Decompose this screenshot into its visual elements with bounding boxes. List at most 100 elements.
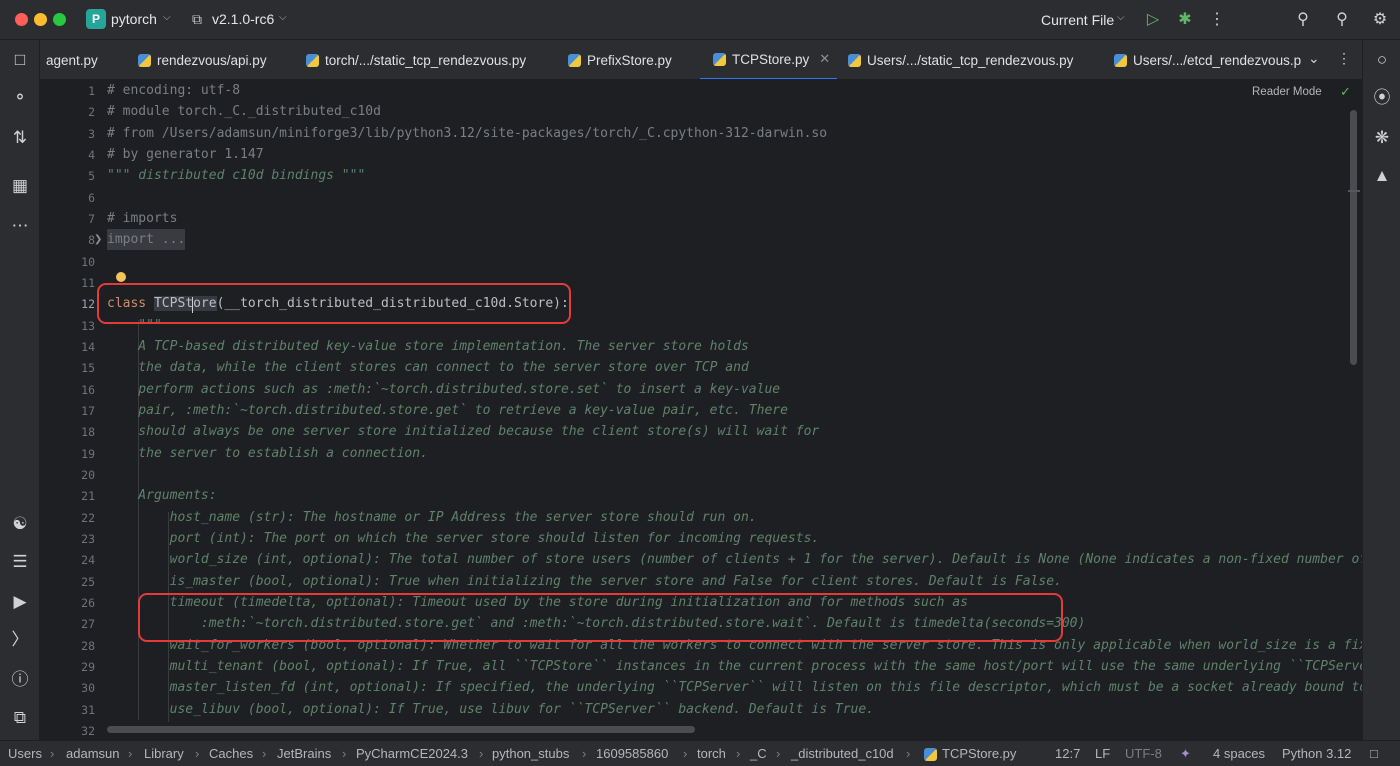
add-user-icon[interactable]: ⚲ xyxy=(1292,9,1314,31)
close-icon[interactable]: ✕ xyxy=(819,51,830,67)
line-number: 24 xyxy=(81,553,95,567)
pull-request-icon[interactable]: ⇅ xyxy=(8,126,32,150)
code-line: # module torch._C._distributed_c10d xyxy=(107,104,381,119)
gear-icon[interactable]: ⚙ xyxy=(1369,9,1391,31)
tab-rendezvous-api[interactable]: rendezvous/api.py xyxy=(138,40,267,79)
breadcrumb-item[interactable]: torch xyxy=(697,746,726,761)
line-number: 19 xyxy=(81,447,95,461)
code-line: the server to establish a connection. xyxy=(107,446,428,461)
line-number: 31 xyxy=(81,703,95,717)
line-number: 30 xyxy=(81,681,95,695)
breadcrumb-separator: › xyxy=(906,746,911,761)
problems-icon[interactable]: ⓘ xyxy=(8,668,32,692)
scroll-marker xyxy=(1348,190,1360,192)
breadcrumb-item[interactable]: Users xyxy=(8,746,42,761)
breadcrumb-separator: › xyxy=(776,746,781,761)
file-encoding[interactable]: UTF-8 xyxy=(1125,746,1162,761)
python-file-icon xyxy=(568,53,581,67)
indent-setting[interactable]: 4 spaces xyxy=(1213,746,1265,761)
breadcrumb-item[interactable]: _C xyxy=(750,746,767,761)
notifications-icon[interactable]: ○ xyxy=(1370,48,1394,72)
chevron-down-icon[interactable]: ⌵ xyxy=(163,12,171,23)
code-line: world_size (int, optional): The total nu… xyxy=(107,552,1362,567)
vertical-scrollbar[interactable] xyxy=(1350,110,1357,365)
code-line: # from /Users/adamsun/miniforge3/lib/pyt… xyxy=(107,126,828,141)
lightbulb-icon[interactable] xyxy=(116,272,126,282)
search-icon[interactable]: ⚲ xyxy=(1331,9,1353,31)
chevron-down-icon[interactable]: ⌵ xyxy=(1117,12,1125,23)
breadcrumb-item[interactable]: python_stubs xyxy=(492,746,569,761)
more-icon[interactable]: ⋮ xyxy=(1206,9,1228,31)
breadcrumb-item[interactable]: JetBrains xyxy=(277,746,331,761)
right-tool-strip: ○ ⦿ ❋ ▲ xyxy=(1362,40,1400,740)
folded-imports[interactable]: import ... xyxy=(107,229,186,250)
maximize-window-button[interactable] xyxy=(53,13,66,26)
code-line: # imports xyxy=(107,211,178,226)
folder-icon[interactable]: □ xyxy=(8,48,32,72)
commit-icon[interactable]: ⚬ xyxy=(8,86,32,110)
line-number: 29 xyxy=(81,660,95,674)
line-number: 26 xyxy=(81,596,95,610)
services-icon[interactable]: ▶ xyxy=(8,590,32,614)
tab-agent[interactable]: agent.py xyxy=(46,40,98,79)
layers-icon[interactable]: ☰ xyxy=(8,550,32,574)
breadcrumb-item[interactable]: TCPStore.py xyxy=(942,746,1016,761)
hierarchy-icon[interactable]: ▲ xyxy=(1370,164,1394,188)
breadcrumb-item[interactable]: PyCharmCE2024.3 xyxy=(356,746,468,761)
code-line: is_master (bool, optional): True when in… xyxy=(107,574,1062,589)
branch-icon: ⧉ xyxy=(192,11,202,27)
breadcrumb-item[interactable]: Caches xyxy=(209,746,253,761)
structure-icon[interactable]: ▦ xyxy=(8,174,32,198)
terminal-icon[interactable]: 〉 xyxy=(8,628,32,652)
code-editor[interactable]: 1 2 3 4 5 6 7 8 10 11 12 13 14 15 16 17 … xyxy=(40,80,1362,740)
run-icon[interactable]: ▷ xyxy=(1142,9,1164,31)
tab-label: torch/.../static_tcp_rendezvous.py xyxy=(325,52,527,68)
horizontal-scrollbar[interactable] xyxy=(107,726,695,733)
caret-position[interactable]: 12:7 xyxy=(1055,746,1080,761)
tab-tcpstore[interactable]: TCPStore.py ✕ xyxy=(700,40,837,79)
chevron-down-icon[interactable]: ⌄ xyxy=(1308,50,1320,67)
ai-status-icon[interactable]: ✦ xyxy=(1180,746,1191,762)
highlight-box-timeout xyxy=(138,593,1063,642)
minimize-window-button[interactable] xyxy=(34,13,47,26)
breadcrumb-item[interactable]: _distributed_c10d xyxy=(791,746,894,761)
tab-prefixstore[interactable]: PrefixStore.py xyxy=(568,40,672,79)
project-name[interactable]: pytorch xyxy=(111,11,157,27)
interpreter-selector[interactable]: Python 3.12 xyxy=(1282,746,1351,761)
status-bar: Users › adamsun › Library › Caches › Jet… xyxy=(0,740,1400,766)
close-window-button[interactable] xyxy=(15,13,28,26)
python-file-icon xyxy=(306,53,319,67)
plugin-icon[interactable]: ❋ xyxy=(1370,126,1394,150)
project-badge[interactable]: P xyxy=(86,9,106,29)
line-number: 25 xyxy=(81,575,95,589)
fold-arrow-icon[interactable]: ❯ xyxy=(94,234,102,245)
code-line: master_listen_fd (int, optional): If spe… xyxy=(107,680,1362,695)
line-number: 8 xyxy=(88,233,95,247)
lock-icon[interactable]: □ xyxy=(1370,746,1378,761)
line-number: 17 xyxy=(81,404,95,418)
chevron-down-icon[interactable]: ⌵ xyxy=(279,12,287,23)
line-number: 32 xyxy=(81,724,95,738)
python-console-icon[interactable]: ☯ xyxy=(8,512,32,536)
breadcrumb-item[interactable]: adamsun xyxy=(66,746,119,761)
line-number: 27 xyxy=(81,617,95,631)
code-line: A TCP-based distributed key-value store … xyxy=(107,339,749,354)
code-line: port (int): The port on which the server… xyxy=(107,531,820,546)
reader-mode-button[interactable]: Reader Mode xyxy=(1252,86,1322,98)
run-config-selector[interactable]: Current File xyxy=(1041,12,1114,28)
ai-assistant-icon[interactable]: ⦿ xyxy=(1370,86,1394,110)
breadcrumb-separator: › xyxy=(50,746,55,761)
title-bar: P pytorch ⌵ ⧉ v2.1.0-rc6 ⌵ Current File … xyxy=(0,0,1400,40)
line-separator[interactable]: LF xyxy=(1095,746,1110,761)
code-line: pair, :meth:`~torch.distributed.store.ge… xyxy=(107,403,788,418)
tab-etcd-rendezvous[interactable]: Users/.../etcd_rendezvous.p xyxy=(1114,40,1301,79)
breadcrumb-item[interactable]: Library xyxy=(144,746,184,761)
tab-static-tcp-rendezvous[interactable]: torch/.../static_tcp_rendezvous.py xyxy=(306,40,527,79)
breadcrumb-item[interactable]: 1609585860 xyxy=(596,746,668,761)
git-icon[interactable]: ⧉ xyxy=(8,706,32,730)
more-icon[interactable]: ⋮ xyxy=(1337,50,1351,67)
more-tools-icon[interactable]: ⋯ xyxy=(8,214,32,238)
branch-name[interactable]: v2.1.0-rc6 xyxy=(212,11,274,27)
tab-users-static-tcp-rendezvous[interactable]: Users/.../static_tcp_rendezvous.py xyxy=(848,40,1073,79)
debug-icon[interactable]: ✱ xyxy=(1174,9,1196,31)
